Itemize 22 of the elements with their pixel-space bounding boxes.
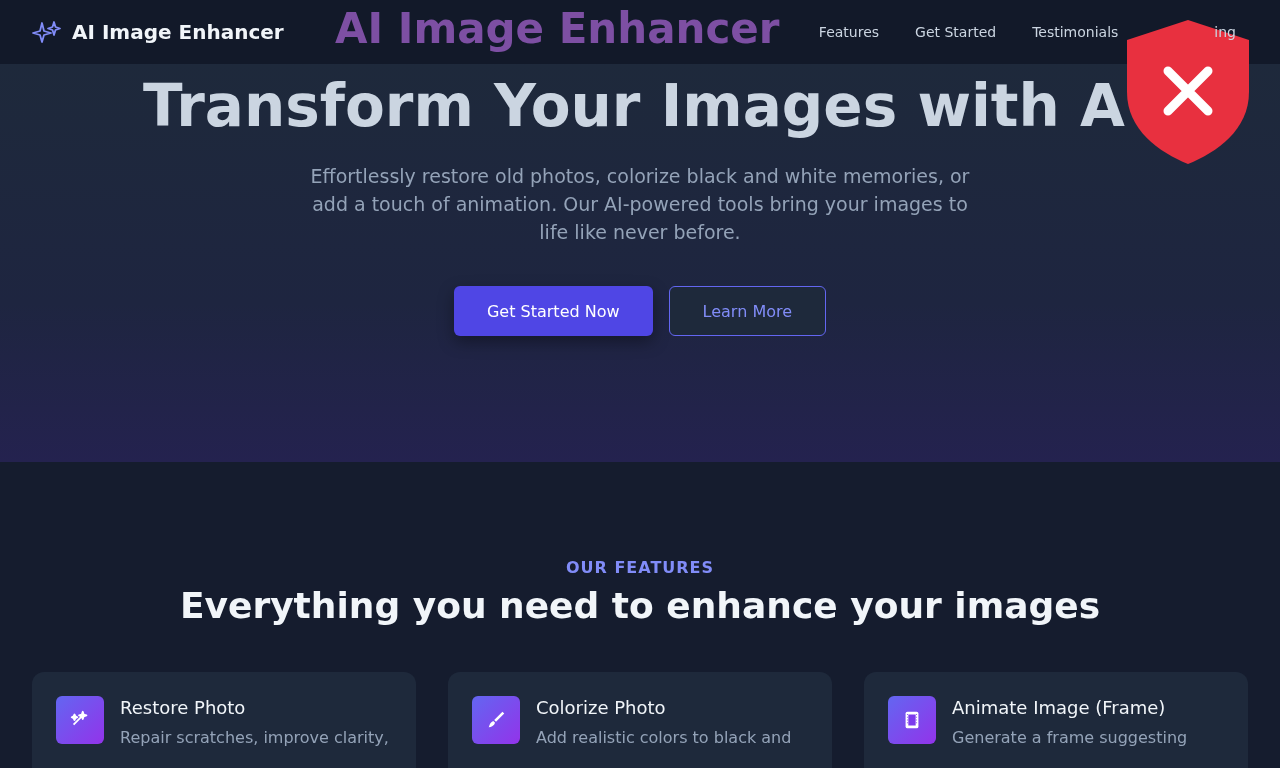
magic-wand-icon xyxy=(56,696,104,744)
blurred-title: AI Image Enhancer xyxy=(335,4,780,53)
hero-subtitle: Effortlessly restore old photos, colorize black and white memories, or add a touch of animation. Our AI-powered tools bring your images to life like never before. xyxy=(309,164,971,245)
sparkle-icon xyxy=(32,20,62,44)
brand-name: AI Image Enhancer xyxy=(72,20,284,44)
nav-link[interactable]: Testimonials xyxy=(1032,24,1119,40)
feature-description: Add realistic colors to black and xyxy=(536,727,792,749)
feature-title: Animate Image (Frame) xyxy=(952,697,1167,718)
hero-title: Transform Your Images with A xyxy=(143,72,1125,140)
learn-more-button[interactable]: Learn More xyxy=(668,286,827,336)
feature-title: Restore Photo xyxy=(120,697,247,718)
shield-close-icon xyxy=(1127,20,1249,164)
feature-description: Repair scratches, improve clarity, xyxy=(120,727,389,749)
feature-description: Generate a frame suggesting xyxy=(952,727,1188,749)
get-started-button[interactable]: Get Started Now xyxy=(453,286,653,336)
nav-link[interactable]: Get Started xyxy=(915,24,997,40)
section-eyebrow: OUR FEATURES xyxy=(565,558,715,577)
nav-link[interactable]: Features xyxy=(818,24,880,40)
section-title: Everything you need to enhance your images xyxy=(179,585,1101,626)
film-frame-icon xyxy=(888,696,936,744)
feature-title: Colorize Photo xyxy=(536,697,667,718)
brush-icon xyxy=(472,696,520,744)
